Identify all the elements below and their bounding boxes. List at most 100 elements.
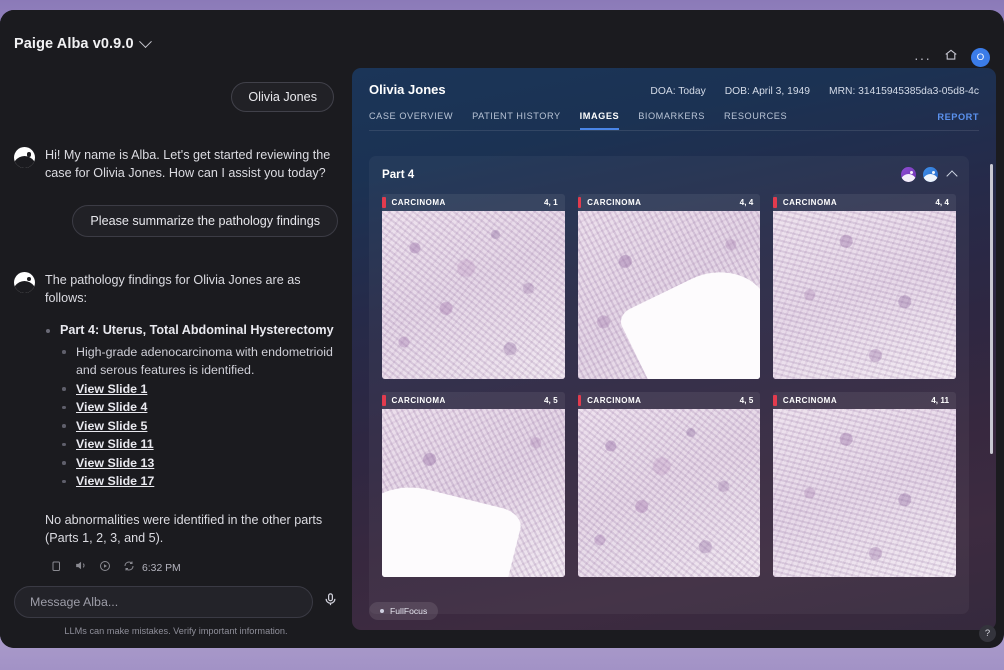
slide-diagnosis-label: CARCINOMA [587, 396, 641, 405]
assistant-answer-intro: The pathology findings for Olivia Jones … [45, 271, 334, 308]
meta-doa: DOA: Today [650, 86, 705, 97]
slide-tile-header: CARCINOMA 4, 1 [382, 194, 565, 211]
assistant-closing-text: No abnormalities were identified in the … [0, 491, 352, 548]
assistant-greeting-row: Hi! My name is Alba. Let's get started r… [0, 112, 352, 183]
view-slide-link[interactable]: View Slide 1 [76, 382, 147, 396]
message-input[interactable] [30, 595, 297, 609]
view-slide-link[interactable]: View Slide 11 [76, 437, 154, 451]
slide-diagnosis-label: CARCINOMA [392, 396, 446, 405]
list-item[interactable]: View Slide 13 [60, 454, 334, 473]
part-title: Part 4 [382, 168, 414, 181]
carcinoma-marker-icon [382, 395, 386, 406]
report-link[interactable]: REPORT [937, 112, 979, 129]
part-card-header: Part 4 [369, 156, 969, 182]
status-badge-label: FullFocus [390, 606, 427, 616]
findings-list: Part 4: Uterus, Total Abdominal Hysterec… [0, 308, 352, 491]
tab-case-overview[interactable]: CASE OVERVIEW [369, 111, 453, 130]
carcinoma-marker-icon [773, 395, 777, 406]
regenerate-icon[interactable] [123, 559, 135, 577]
view-slide-link[interactable]: View Slide 5 [76, 419, 147, 433]
view-slide-link[interactable]: View Slide 4 [76, 400, 147, 414]
alba-avatar-icon [14, 147, 35, 168]
slide-tile[interactable]: CARCINOMA 4, 5 [382, 392, 565, 577]
list-item[interactable]: View Slide 11 [60, 435, 334, 454]
slide-tile[interactable]: CARCINOMA 4, 11 [773, 392, 956, 577]
status-dot-icon [380, 609, 384, 613]
tab-biomarkers[interactable]: BIOMARKERS [638, 111, 705, 130]
chevron-up-icon[interactable] [946, 170, 957, 181]
slide-index-label: 4, 5 [544, 396, 558, 405]
composer: LLMs can make mistakes. Verify important… [0, 586, 352, 648]
slide-tile[interactable]: CARCINOMA 4, 4 [773, 194, 956, 379]
slide-diagnosis-label: CARCINOMA [587, 198, 641, 207]
view-slide-link[interactable]: View Slide 13 [76, 456, 154, 470]
app-window: Paige Alba v0.9.0 Olivia Jones Hi! My na… [0, 10, 1004, 648]
tab-resources[interactable]: RESOURCES [724, 111, 787, 130]
app-title: Paige Alba v0.9.0 [14, 36, 134, 52]
slide-thumbnail[interactable] [773, 211, 956, 379]
assistant-answer-row: The pathology findings for Olivia Jones … [0, 237, 352, 308]
slide-tile[interactable]: CARCINOMA 4, 5 [578, 392, 761, 577]
suggestion-chip[interactable]: Please summarize the pathology findings [72, 205, 338, 237]
tab-patient-history[interactable]: PATIENT HISTORY [472, 111, 561, 130]
message-action-bar: 6:32 PM [0, 547, 352, 577]
slide-index-label: 4, 4 [740, 198, 754, 207]
slide-grid: CARCINOMA 4, 1 CARCINOMA 4, 4 [369, 182, 969, 590]
slide-thumbnail[interactable] [578, 211, 761, 379]
user-message-row: Olivia Jones [0, 76, 352, 112]
list-item[interactable]: View Slide 4 [60, 398, 334, 417]
slide-tile-header: CARCINOMA 4, 4 [578, 194, 761, 211]
slide-thumbnail[interactable] [578, 409, 761, 577]
slide-diagnosis-label: CARCINOMA [392, 198, 446, 207]
slide-diagnosis-label: CARCINOMA [783, 198, 837, 207]
case-header: Olivia Jones DOA: Today DOB: April 3, 19… [352, 68, 996, 131]
slide-tile-header: CARCINOMA 4, 5 [382, 392, 565, 409]
speaker-icon[interactable] [74, 559, 87, 577]
images-scrollbar[interactable] [990, 164, 993, 454]
carcinoma-marker-icon [382, 197, 386, 208]
slide-tile[interactable]: CARCINOMA 4, 1 [382, 194, 565, 379]
chevron-down-icon[interactable] [139, 35, 152, 48]
slide-thumbnail[interactable] [773, 409, 956, 577]
ellipsis-icon[interactable]: ··· [914, 53, 931, 63]
avatar[interactable]: O [971, 48, 990, 67]
home-icon[interactable] [944, 48, 958, 67]
window-controls: ··· O [914, 48, 990, 67]
finding-part-heading-text: Part 4: Uterus, Total Abdominal Hysterec… [60, 323, 334, 337]
slide-tile[interactable]: CARCINOMA 4, 4 [578, 194, 761, 379]
message-timestamp: 6:32 PM [142, 563, 181, 574]
view-slide-link[interactable]: View Slide 17 [76, 474, 154, 488]
case-tabbar: CASE OVERVIEW PATIENT HISTORY IMAGES BIO… [369, 111, 979, 131]
patient-meta: DOA: Today DOB: April 3, 1949 MRN: 31415… [650, 86, 979, 97]
play-icon[interactable] [99, 559, 111, 577]
chat-pane: Paige Alba v0.9.0 Olivia Jones Hi! My na… [0, 10, 352, 648]
list-item[interactable]: View Slide 5 [60, 417, 334, 436]
paige-badge-blue-icon[interactable] [923, 167, 938, 182]
slide-tile-header: CARCINOMA 4, 4 [773, 194, 956, 211]
finding-detail: High-grade adenocarcinoma with endometri… [60, 343, 334, 380]
copy-icon[interactable] [50, 559, 62, 577]
slide-index-label: 4, 11 [931, 396, 949, 405]
carcinoma-marker-icon [773, 197, 777, 208]
slide-tile-header: CARCINOMA 4, 5 [578, 392, 761, 409]
meta-dob: DOB: April 3, 1949 [725, 86, 810, 97]
message-input-wrap[interactable] [14, 586, 313, 618]
slide-index-label: 4, 4 [935, 198, 949, 207]
status-badge[interactable]: FullFocus [369, 602, 438, 620]
list-item[interactable]: View Slide 17 [60, 472, 334, 491]
slide-index-label: 4, 5 [740, 396, 754, 405]
page-title: Olivia Jones [369, 82, 446, 97]
paige-badge-purple-icon[interactable] [901, 167, 916, 182]
slide-thumbnail[interactable] [382, 409, 565, 577]
tab-images[interactable]: IMAGES [580, 111, 620, 130]
slide-thumbnail[interactable] [382, 211, 565, 379]
part-card-actions [901, 167, 956, 182]
meta-mrn: MRN: 31415945385da3-05d8-4c [829, 86, 979, 97]
app-title-menu[interactable]: Paige Alba v0.9.0 [14, 36, 150, 52]
part-card: Part 4 CARCINOMA 4, 1 [369, 156, 969, 614]
list-item[interactable]: View Slide 1 [60, 380, 334, 399]
case-pane: Olivia Jones DOA: Today DOB: April 3, 19… [352, 68, 996, 630]
help-button[interactable]: ? [979, 625, 996, 642]
chat-transcript: Olivia Jones Hi! My name is Alba. Let's … [0, 76, 352, 586]
microphone-icon[interactable] [323, 592, 338, 612]
